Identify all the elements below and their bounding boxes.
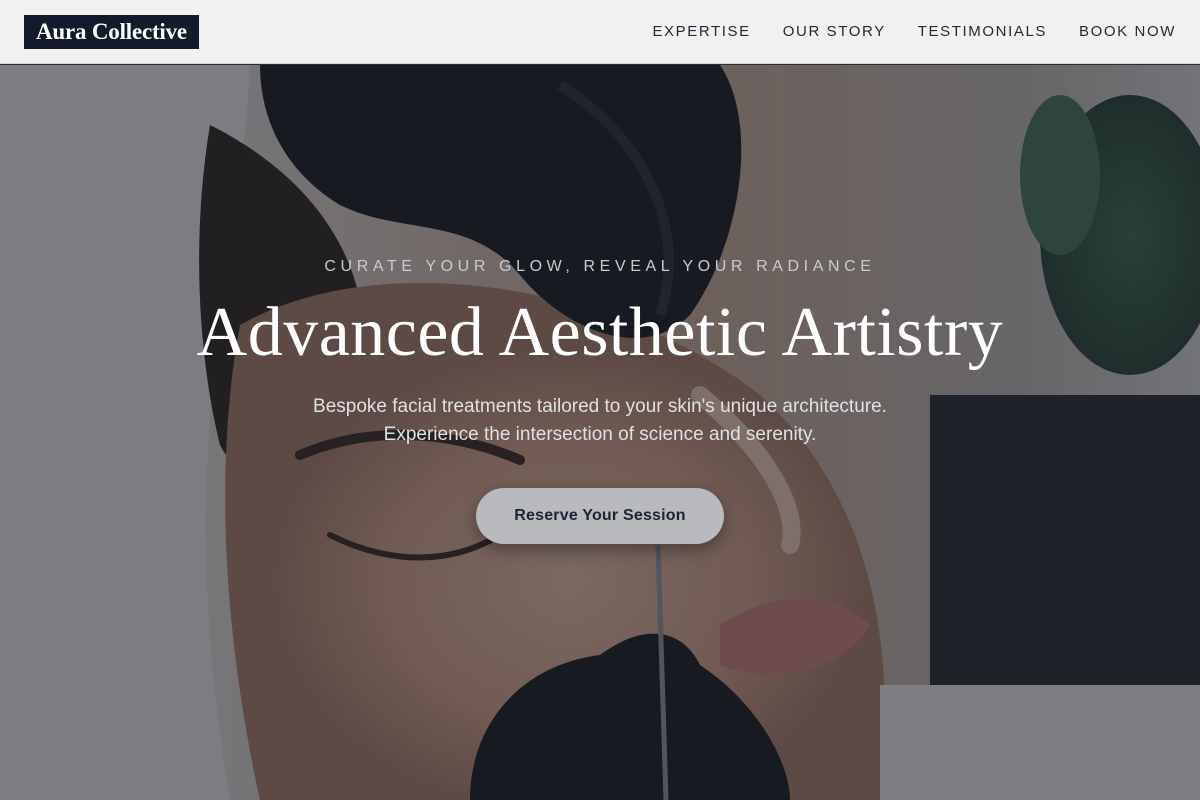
hero-title: Advanced Aesthetic Artistry <box>196 294 1004 371</box>
hero-section: CURATE YOUR GLOW, REVEAL YOUR RADIANCE A… <box>0 65 1200 800</box>
nav-book-now[interactable]: BOOK NOW <box>1079 23 1176 40</box>
hero-subtitle-line-1: Bespoke facial treatments tailored to yo… <box>313 396 887 417</box>
main-nav: EXPERTISE OUR STORY TESTIMONIALS BOOK NO… <box>652 23 1176 40</box>
nav-our-story[interactable]: OUR STORY <box>783 23 886 40</box>
reserve-session-button[interactable]: Reserve Your Session <box>476 488 724 544</box>
hero-eyebrow: CURATE YOUR GLOW, REVEAL YOUR RADIANCE <box>324 258 876 275</box>
hero-subtitle: Bespoke facial treatments tailored to yo… <box>0 393 1200 449</box>
brand-logo[interactable]: Aura Collective <box>24 14 199 49</box>
nav-testimonials[interactable]: TESTIMONIALS <box>918 23 1047 40</box>
site-header: Aura Collective EXPERTISE OUR STORY TEST… <box>0 0 1200 64</box>
nav-expertise[interactable]: EXPERTISE <box>652 23 750 40</box>
hero-content: CURATE YOUR GLOW, REVEAL YOUR RADIANCE A… <box>0 65 1200 800</box>
hero-subtitle-line-2: Experience the intersection of science a… <box>383 424 817 445</box>
